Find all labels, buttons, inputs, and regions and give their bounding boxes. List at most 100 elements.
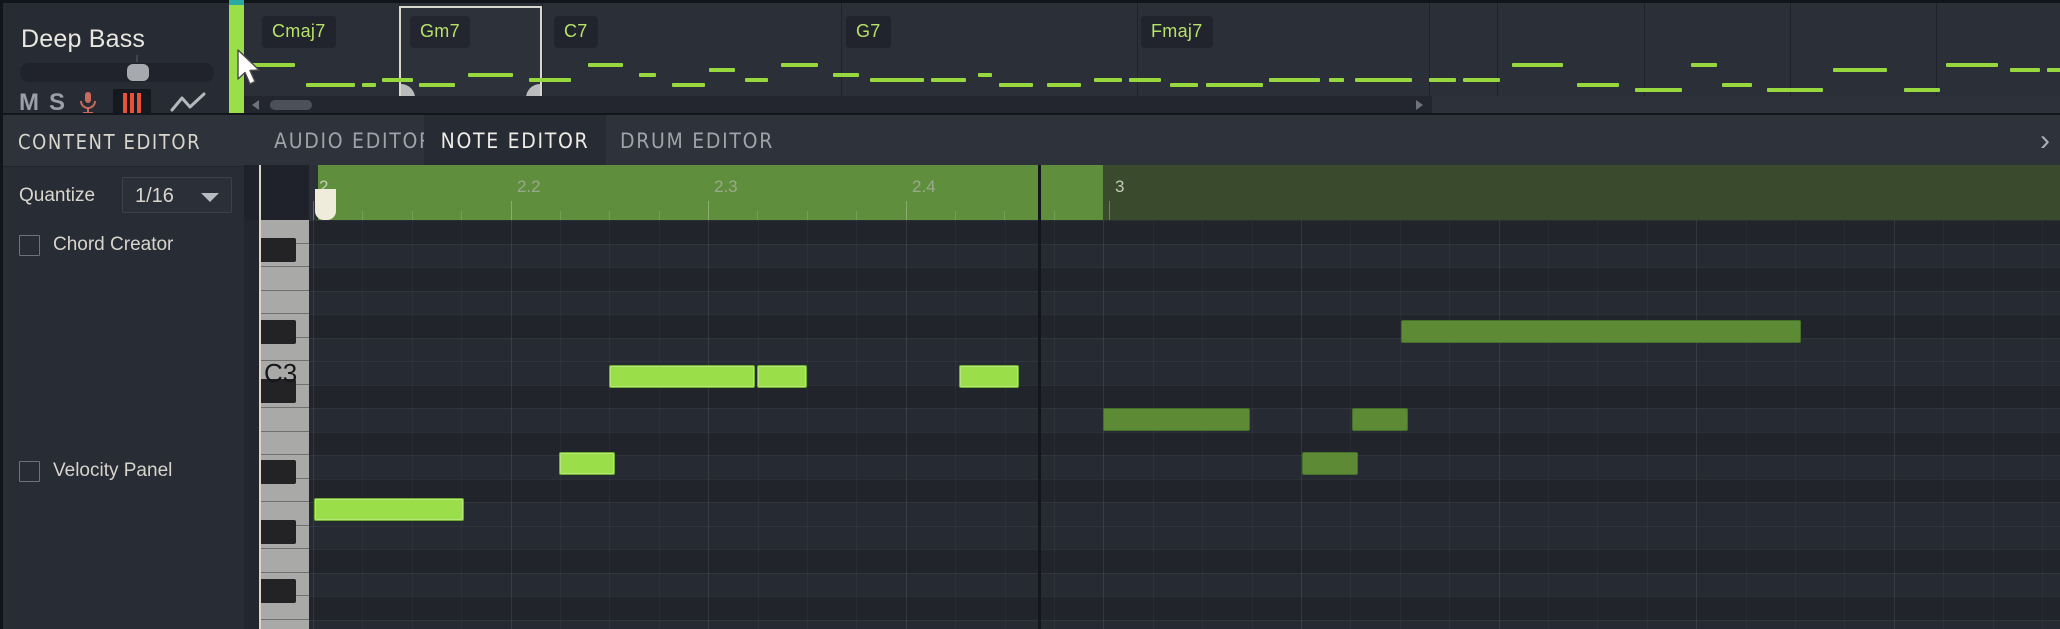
grid-row-band <box>309 549 2060 573</box>
scroll-left-arrow-icon[interactable] <box>252 100 259 110</box>
ruler-tick-minor <box>807 211 808 220</box>
ruler-tick-minor <box>1004 211 1005 220</box>
grid-subdivision-line <box>412 220 413 629</box>
piano-black-key[interactable] <box>260 320 296 344</box>
grid-beat-line <box>1301 220 1302 629</box>
ruler-tick-minor <box>560 211 561 220</box>
midi-note[interactable] <box>1302 452 1358 475</box>
grid-row-band <box>309 267 2060 291</box>
quantize-value: 1/16 <box>135 185 174 207</box>
grid-horizontal-line <box>309 432 2060 433</box>
horizontal-scrollbar[interactable] <box>244 96 2060 113</box>
grid-subdivision-line <box>1943 220 1944 629</box>
close-panel-chevron-icon[interactable]: › <box>2034 124 2056 158</box>
piano-white-key[interactable] <box>260 290 309 314</box>
tab-drum-editor[interactable]: DRUM EDITOR <box>606 115 788 167</box>
volume-slider-handle[interactable] <box>127 64 149 81</box>
midi-preview-note <box>1691 63 1717 67</box>
timeline-ruler[interactable]: 2 2.2 2.3 2.4 3 <box>309 165 2060 220</box>
midi-preview-note <box>2047 68 2060 72</box>
midi-preview-note <box>745 78 768 82</box>
chord-chip-3[interactable]: C7 <box>554 16 598 48</box>
midi-preview-note <box>870 78 924 82</box>
track-volume-slider[interactable] <box>20 63 214 82</box>
tab-audio-editor[interactable]: AUDIO EDITOR <box>264 115 444 167</box>
piano-white-key[interactable] <box>260 408 309 432</box>
grid-subdivision-line <box>1597 220 1598 629</box>
chord-chip-5[interactable]: Fmaj7 <box>1141 16 1213 48</box>
piano-keyboard-column[interactable]: C3 <box>244 165 309 629</box>
grid-horizontal-line <box>309 502 2060 503</box>
midi-preview-note <box>1429 78 1456 82</box>
midi-preview-note <box>1577 83 1619 87</box>
chord-creator-checkbox-row[interactable]: Chord Creator <box>19 234 173 256</box>
piano-black-key[interactable] <box>260 520 296 544</box>
track-header[interactable]: Deep Bass M S <box>0 0 229 117</box>
ruler-tick-minor <box>461 211 462 220</box>
quantize-dropdown[interactable]: 1/16 <box>122 177 232 213</box>
overview-scrollbar-track[interactable] <box>1432 96 2060 113</box>
ruler-mark-2-4: 2.4 <box>912 177 936 196</box>
midi-note[interactable] <box>959 365 1019 388</box>
midi-preview-note <box>1206 83 1263 87</box>
velocity-panel-checkbox-row[interactable]: Velocity Panel <box>19 460 172 482</box>
piano-white-key[interactable] <box>260 549 309 573</box>
grid-subdivision-line <box>955 220 956 629</box>
midi-preview-note <box>588 63 623 67</box>
key-label-c3: C3 <box>264 358 298 388</box>
content-editor-panel: CONTENT EDITOR Quantize 1/16 Chord Creat… <box>0 113 244 629</box>
ruler-mark-3: 3 <box>1115 177 1125 196</box>
piano-white-key[interactable] <box>260 267 309 291</box>
midi-note[interactable] <box>314 498 464 521</box>
piano-roll-editor[interactable]: C3 2 2.2 2.3 2.4 3 <box>244 165 2060 629</box>
piano-keys[interactable] <box>260 165 309 629</box>
piano-black-key[interactable] <box>260 579 296 603</box>
midi-note[interactable] <box>559 452 615 475</box>
ruler-tick <box>906 201 907 220</box>
grid-beat-line <box>511 220 512 629</box>
bar-divider <box>841 3 842 99</box>
note-grid[interactable] <box>309 220 2060 629</box>
midi-note[interactable] <box>1103 408 1250 431</box>
midi-note[interactable] <box>609 365 755 388</box>
midi-preview-note <box>1635 88 1682 92</box>
piano-black-key[interactable] <box>260 460 296 484</box>
chord-creator-checkbox[interactable] <box>19 234 40 256</box>
chord-chip-1[interactable]: Cmaj7 <box>262 16 336 48</box>
midi-preview-note <box>419 83 455 87</box>
grid-subdivision-line <box>1548 220 1549 629</box>
grid-horizontal-line <box>309 314 2060 315</box>
scrollbar-thumb[interactable] <box>270 100 312 110</box>
chord-chip-4[interactable]: G7 <box>846 16 891 48</box>
bar-divider <box>1790 3 1791 99</box>
tab-note-editor[interactable]: NOTE EDITOR <box>424 115 606 167</box>
grid-subdivision-line <box>856 220 857 629</box>
piano-white-key[interactable] <box>260 431 309 455</box>
midi-preview-note <box>1722 83 1752 87</box>
midi-note[interactable] <box>757 365 807 388</box>
track-name-label[interactable]: Deep Bass <box>21 25 145 54</box>
loop-region-highlight[interactable] <box>318 165 1103 220</box>
grid-subdivision-line <box>362 220 363 629</box>
ruler-tick-minor <box>609 211 610 220</box>
midi-preview-note <box>362 83 376 87</box>
scroll-right-arrow-icon[interactable] <box>1416 100 1423 110</box>
midi-note[interactable] <box>1401 320 1801 343</box>
daw-window: Deep Bass M S Cmaj7 Gm7 C7 G7 Fmaj7 CONT… <box>0 0 2060 629</box>
timeline-after-loop[interactable] <box>1103 165 2060 220</box>
piano-white-key[interactable] <box>260 619 309 629</box>
midi-preview-note <box>1094 78 1122 82</box>
midi-preview-note <box>1355 78 1412 82</box>
midi-note[interactable] <box>1352 408 1408 431</box>
chord-track-lane[interactable]: Cmaj7 Gm7 C7 G7 Fmaj7 <box>244 0 2060 113</box>
playhead-handle[interactable] <box>315 189 336 220</box>
ruler-tick <box>708 201 709 220</box>
velocity-panel-checkbox[interactable] <box>19 460 40 482</box>
piano-black-key[interactable] <box>260 238 296 262</box>
velocity-panel-label: Velocity Panel <box>53 460 173 481</box>
grid-subdivision-line <box>1449 220 1450 629</box>
grid-horizontal-line <box>309 620 2060 621</box>
midi-preview-note <box>306 83 355 87</box>
midi-preview-note <box>529 78 571 82</box>
grid-row-band <box>309 220 2060 244</box>
